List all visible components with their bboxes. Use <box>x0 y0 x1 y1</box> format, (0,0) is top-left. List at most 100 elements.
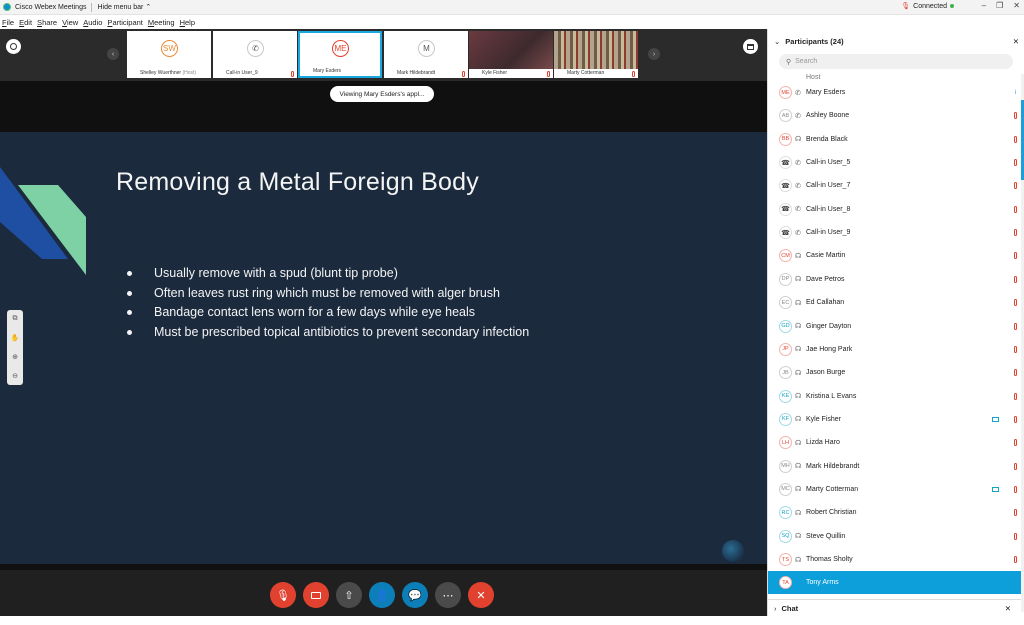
minimize-icon[interactable]: – <box>982 1 986 10</box>
strip-prev-button[interactable]: ‹ <box>107 48 119 60</box>
mic-muted-icon <box>291 71 294 77</box>
phone-icon: ✆ <box>795 182 801 190</box>
participant-row[interactable]: DP ☊ Dave Petros <box>768 268 1021 291</box>
close-icon: ✕ <box>476 589 486 602</box>
strip-view-button[interactable] <box>743 39 758 54</box>
leave-meeting-button[interactable]: ✕ <box>468 582 494 608</box>
connected-dot-icon <box>950 4 954 8</box>
participant-row[interactable]: BB ☊ Brenda Black <box>768 128 1021 151</box>
mic-muted-icon <box>1014 322 1017 330</box>
menu-help[interactable]: Help <box>180 18 195 27</box>
participant-row[interactable]: TS ☊ Thomas Sholty <box>768 548 1021 571</box>
video-tile-shelley[interactable]: SW Shelley Wuerthner (Host) <box>127 31 211 78</box>
participant-row[interactable]: MC ☊ Marty Cotterman <box>768 478 1021 501</box>
strip-next-button[interactable]: › <box>648 48 660 60</box>
participant-row[interactable]: JP ☊ Jae Hong Park <box>768 338 1021 361</box>
video-tile-kyle-fisher[interactable]: Kyle Fisher <box>469 31 553 78</box>
participant-row[interactable]: GD ☊ Ginger Dayton <box>768 315 1021 338</box>
close-panel-icon[interactable]: ✕ <box>1013 37 1019 46</box>
connection-status[interactable]: 🎙 Connected <box>901 2 954 10</box>
close-window-icon[interactable]: ✕ <box>1013 1 1020 10</box>
avatar: ME <box>332 40 349 57</box>
slide-bullet: Bandage contact lens worn for a few days… <box>127 303 529 323</box>
avatar: KF <box>779 412 792 426</box>
menu-edit[interactable]: Edit <box>19 18 32 27</box>
avatar: ☎ <box>779 202 792 216</box>
participant-name: Kyle Fisher <box>806 415 842 423</box>
mic-muted-icon <box>1014 439 1017 447</box>
participant-row[interactable]: AB ✆ Ashley Boone <box>768 104 1021 127</box>
participant-row[interactable]: KF ☊ Kyle Fisher <box>768 408 1021 431</box>
more-options-button[interactable]: ⋯ <box>435 582 461 608</box>
share-button[interactable]: ⇧ <box>336 582 362 608</box>
mic-muted-icon <box>1014 275 1017 283</box>
avatar: ☎ <box>779 226 792 240</box>
participant-row[interactable]: JB ☊ Jason Burge <box>768 361 1021 384</box>
mute-button[interactable]: 🎙 <box>270 582 296 608</box>
chat-label: Chat <box>781 604 799 613</box>
participant-row[interactable]: ☎ ✆ Call-in User_8 <box>768 198 1021 221</box>
menu-audio[interactable]: Audio <box>83 18 102 27</box>
tile-name: Marty Cotterman <box>567 70 605 76</box>
participants-header: ⌄ Participants (24) ✕ <box>768 29 1024 53</box>
participant-row[interactable]: ☎ ✆ Call-in User_9 <box>768 221 1021 244</box>
tile-name: Call-in User_9 <box>226 70 258 76</box>
chevron-down-icon[interactable]: ⌄ <box>774 37 780 46</box>
video-tile-callin-9[interactable]: ✆ Call-in User_9 <box>213 31 297 78</box>
hide-menu-bar-button[interactable]: Hide menu bar ⌃ <box>97 3 151 11</box>
headset-icon: ☊ <box>795 276 802 284</box>
close-chat-icon[interactable]: ✕ <box>1005 604 1011 613</box>
participant-row[interactable]: SQ ☊ Steve Quillin <box>768 525 1021 548</box>
participant-row[interactable]: ☎ ✆ Call-in User_7 <box>768 174 1021 197</box>
search-icon: ⚲ <box>786 58 792 66</box>
mic-muted-icon <box>1014 252 1017 260</box>
participant-row[interactable]: CM ☊ Casie Martin <box>768 244 1021 267</box>
bullet-text: Must be prescribed topical antibiotics t… <box>154 324 530 339</box>
video-tile-marty-cotterman[interactable]: Marty Cotterman <box>554 31 638 78</box>
hand-icon[interactable]: ✋ <box>11 334 20 342</box>
restore-icon[interactable]: ❐ <box>996 1 1003 10</box>
video-tile-mary-esders[interactable]: ME Mary Esders <box>298 31 382 78</box>
chat-section-header[interactable]: › Chat ✕ <box>768 599 1021 617</box>
fit-icon[interactable]: ⧉ <box>13 315 18 323</box>
video-tile-mark-hildebrandt[interactable]: M Mark Hildebrandt <box>384 31 468 78</box>
participants-button[interactable]: 👤 <box>369 582 395 608</box>
mic-muted-icon <box>1014 299 1017 307</box>
participant-row[interactable]: MH ☊ Mark Hildebrandt <box>768 455 1021 478</box>
menu-file[interactable]: File <box>2 18 14 27</box>
participant-name: Ed Callahan <box>806 299 845 307</box>
mic-off-icon: 🎙 <box>276 589 290 602</box>
participant-row[interactable]: ME ✆ Mary Esders i <box>768 81 1021 104</box>
chat-icon: 💬 <box>408 589 422 602</box>
participant-row[interactable]: ☎ ✆ Call-in User_5 <box>768 151 1021 174</box>
mic-muted-icon <box>1014 205 1017 213</box>
participant-row[interactable]: EC ☊ Ed Callahan <box>768 291 1021 314</box>
menu-meeting[interactable]: Meeting <box>148 18 175 27</box>
zoom-out-icon[interactable]: ⊖ <box>12 372 18 380</box>
menu-share[interactable]: Share <box>37 18 57 27</box>
avatar: ☎ <box>779 156 792 170</box>
viewing-share-pill[interactable]: Viewing Mary Esders's appl... <box>330 86 434 102</box>
participant-search[interactable]: ⚲ Search <box>779 54 1013 69</box>
bullet-dot-icon <box>127 271 132 276</box>
menu-view[interactable]: View <box>62 18 78 27</box>
info-icon[interactable]: i <box>1015 90 1016 96</box>
window-title: Cisco Webex Meetings <box>15 3 87 11</box>
stop-video-button[interactable] <box>303 582 329 608</box>
participant-row[interactable]: KE ☊ Kristina L Evans <box>768 385 1021 408</box>
participant-row[interactable]: LH ☊ Lizda Haro <box>768 431 1021 454</box>
participant-name: Dave Petros <box>806 275 845 283</box>
webex-watermark-icon <box>722 540 744 562</box>
mic-muted-icon <box>1014 369 1017 377</box>
avatar: BB <box>779 132 792 146</box>
menu-participant[interactable]: Participant <box>107 18 142 27</box>
chat-button[interactable]: 💬 <box>402 582 428 608</box>
avatar: AB <box>779 109 792 123</box>
participant-row[interactable]: TA Tony Arms <box>768 571 1021 595</box>
annotation-toolbar: ⧉ ✋ ⊕ ⊖ <box>7 310 23 385</box>
avatar: SW <box>161 40 178 57</box>
zoom-in-icon[interactable]: ⊕ <box>12 353 18 361</box>
participant-row[interactable]: RC ☊ Robert Christian <box>768 501 1021 524</box>
layout-button[interactable] <box>6 39 21 54</box>
participant-name: Ashley Boone <box>806 112 850 120</box>
